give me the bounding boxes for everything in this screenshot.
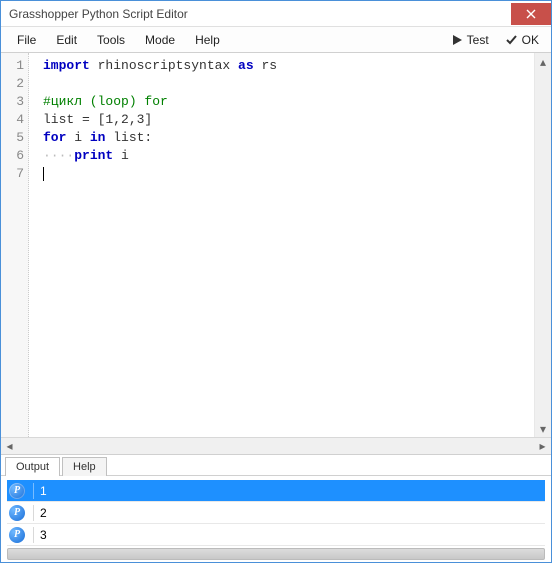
- code-keyword: print: [74, 148, 113, 163]
- scrollbar-track[interactable]: [535, 70, 551, 420]
- test-button-label: Test: [467, 33, 489, 47]
- tab-output[interactable]: Output: [5, 457, 60, 476]
- code-text: i: [66, 130, 89, 145]
- code-text: rhinoscriptsyntax: [90, 58, 238, 73]
- tab-help[interactable]: Help: [62, 457, 107, 476]
- scrollbar-track[interactable]: [18, 438, 534, 455]
- divider: [33, 527, 34, 543]
- print-icon: P: [9, 483, 25, 499]
- vertical-scrollbar[interactable]: ▴ ▾: [534, 53, 551, 437]
- editor-viewport: 1 2 3 4 5 6 7 import rhinoscriptsyntax a…: [1, 53, 551, 437]
- output-horizontal-scrollbar[interactable]: [7, 548, 545, 560]
- scroll-up-icon[interactable]: ▴: [535, 53, 551, 70]
- horizontal-scrollbar[interactable]: ◂ ▸: [1, 437, 551, 454]
- play-icon: [451, 34, 463, 46]
- menu-tools[interactable]: Tools: [87, 29, 135, 51]
- code-keyword: import: [43, 58, 90, 73]
- ok-button[interactable]: OK: [499, 31, 545, 49]
- line-number: 7: [1, 165, 24, 183]
- code-keyword: in: [90, 130, 106, 145]
- menubar: File Edit Tools Mode Help Test OK: [1, 27, 551, 53]
- code-text: i: [113, 148, 129, 163]
- close-icon: [526, 9, 536, 19]
- code-keyword: as: [238, 58, 254, 73]
- output-rows: P 1 P 2 P 3: [7, 480, 545, 546]
- line-number: 5: [1, 129, 24, 147]
- line-number: 3: [1, 93, 24, 111]
- scroll-down-icon[interactable]: ▾: [535, 420, 551, 437]
- code-keyword: for: [43, 130, 66, 145]
- output-value: 1: [40, 484, 47, 498]
- line-number: 1: [1, 57, 24, 75]
- titlebar: Grasshopper Python Script Editor: [1, 1, 551, 27]
- output-row[interactable]: P 1: [7, 480, 545, 502]
- code-whitespace: ····: [43, 148, 74, 163]
- line-number: 2: [1, 75, 24, 93]
- line-gutter: 1 2 3 4 5 6 7: [1, 53, 29, 437]
- print-icon: P: [9, 505, 25, 521]
- code-text: list:: [105, 130, 152, 145]
- scroll-left-icon[interactable]: ◂: [1, 438, 18, 455]
- print-icon: P: [9, 527, 25, 543]
- output-value: 2: [40, 506, 47, 520]
- ok-button-label: OK: [522, 33, 539, 47]
- window-title: Grasshopper Python Script Editor: [9, 7, 511, 21]
- code-comment: #цикл (loop) for: [43, 94, 168, 109]
- menu-file[interactable]: File: [7, 29, 46, 51]
- line-number: 6: [1, 147, 24, 165]
- output-row[interactable]: P 2: [7, 502, 545, 524]
- code-text: list = [1,2,3]: [43, 112, 152, 127]
- divider: [33, 483, 34, 499]
- test-button[interactable]: Test: [445, 31, 495, 49]
- output-row[interactable]: P 3: [7, 524, 545, 546]
- editor: 1 2 3 4 5 6 7 import rhinoscriptsyntax a…: [1, 53, 551, 454]
- code-text: rs: [254, 58, 277, 73]
- code-area[interactable]: import rhinoscriptsyntax as rs #цикл (lo…: [29, 53, 534, 437]
- check-icon: [505, 33, 518, 46]
- menu-help[interactable]: Help: [185, 29, 230, 51]
- menu-edit[interactable]: Edit: [46, 29, 87, 51]
- menu-mode[interactable]: Mode: [135, 29, 185, 51]
- line-number: 4: [1, 111, 24, 129]
- output-panel: P 1 P 2 P 3: [1, 476, 551, 562]
- bottom-tabstrip: Output Help: [1, 454, 551, 476]
- text-caret: [43, 167, 44, 181]
- divider: [33, 505, 34, 521]
- close-button[interactable]: [511, 3, 551, 25]
- output-value: 3: [40, 528, 47, 542]
- scroll-right-icon[interactable]: ▸: [534, 438, 551, 455]
